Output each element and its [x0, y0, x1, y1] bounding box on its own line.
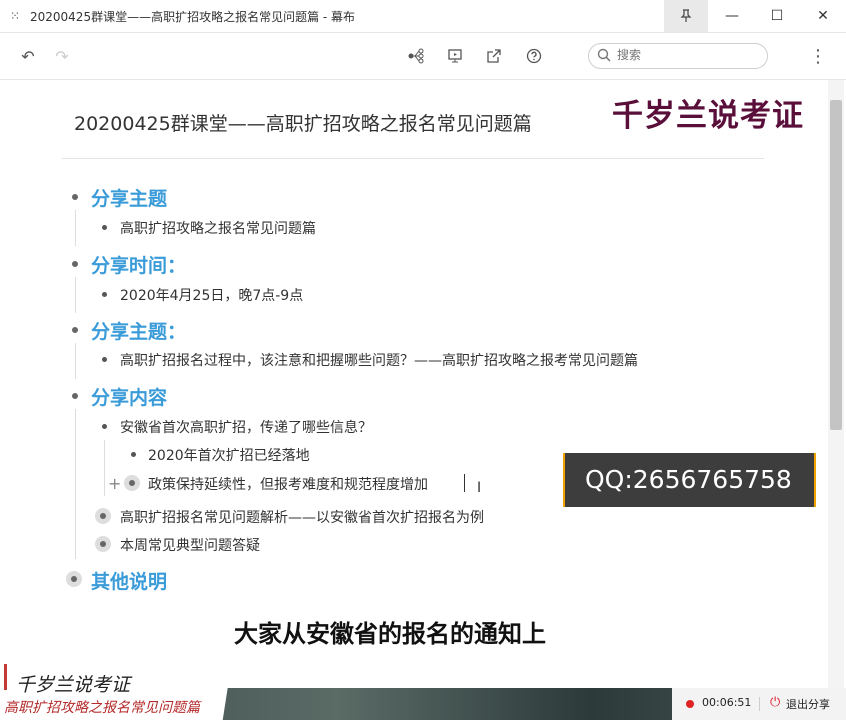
- separator: [759, 697, 760, 711]
- qq-number: QQ:2656765758: [585, 465, 792, 494]
- guide-line: [75, 210, 76, 246]
- mindmap-button[interactable]: [404, 44, 428, 68]
- recording-timer: 00:06:51: [702, 696, 752, 709]
- outline-item[interactable]: 2020年4月25日，晚7点-9点: [120, 285, 303, 305]
- outline-item[interactable]: 本周常见典型问题答疑: [120, 535, 260, 555]
- recording-dot-icon: [686, 700, 694, 708]
- outline-heading[interactable]: 分享主题: [91, 184, 167, 211]
- guide-line: [75, 409, 76, 559]
- outline-heading[interactable]: 分享内容: [91, 383, 167, 410]
- app-logo-icon: ⁙: [9, 9, 21, 23]
- presentation-button[interactable]: [443, 44, 467, 68]
- search-box[interactable]: [588, 43, 768, 69]
- bullet-dot[interactable]: [102, 357, 107, 362]
- brand-subtitle: 高职扩招攻略之报名常见问题篇: [4, 700, 200, 716]
- bullet-dot[interactable]: [72, 327, 78, 333]
- export-button[interactable]: [482, 44, 506, 68]
- outline-item[interactable]: 高职扩招报名过程中，该注意和把握哪些问题？——高职扩招攻略之报考常见问题篇: [120, 350, 638, 370]
- power-icon[interactable]: ⏻: [770, 695, 780, 710]
- bullet-dot-collapsed[interactable]: [124, 475, 140, 491]
- bullet-dot[interactable]: [102, 424, 107, 429]
- guide-line: [75, 277, 76, 313]
- subtitle-text: 大家从安徽省的报名的通知上: [234, 620, 546, 648]
- bullet-dot[interactable]: [72, 261, 78, 267]
- subtitle-caption: 大家从安徽省的报名的通知上: [222, 602, 628, 656]
- pin-icon: [680, 9, 692, 22]
- add-icon[interactable]: +: [108, 474, 121, 493]
- more-menu-button[interactable]: ⋮: [806, 44, 830, 68]
- bullet-dot-collapsed[interactable]: [95, 508, 111, 524]
- redo-button[interactable]: ↷: [50, 44, 74, 68]
- outline-item[interactable]: 安徽省首次高职扩招，传递了哪些信息？: [120, 417, 372, 437]
- bullet-dot[interactable]: [102, 225, 107, 230]
- text-caret: [464, 474, 465, 492]
- ibeam-cursor-icon: I: [477, 480, 482, 496]
- help-icon: [526, 48, 542, 64]
- close-button[interactable]: ✕: [801, 0, 845, 32]
- export-icon: [487, 49, 501, 63]
- undo-button[interactable]: ↶: [16, 44, 40, 68]
- mindmap-icon: [408, 48, 424, 64]
- scrollbar-thumb[interactable]: [830, 100, 842, 430]
- document-title[interactable]: 20200425群课堂——高职扩招攻略之报名常见问题篇: [74, 109, 532, 136]
- outline-item[interactable]: 高职扩招报名常见问题解析——以安徽省首次扩招报名为例: [120, 507, 484, 527]
- outline-heading[interactable]: 分享时间：: [91, 251, 186, 278]
- window-title: 20200425群课堂——高职扩招攻略之报名常见问题篇 - 幕布: [30, 10, 356, 24]
- watermark-text: 千岁兰说考证: [612, 98, 804, 134]
- qq-contact-banner: QQ:2656765758: [563, 453, 816, 507]
- bullet-dot[interactable]: [102, 292, 107, 297]
- pin-button[interactable]: [664, 0, 708, 32]
- help-button[interactable]: [522, 44, 546, 68]
- guide-line: [104, 440, 105, 496]
- outline-heading[interactable]: 分享主题：: [91, 317, 186, 344]
- title-divider: [62, 158, 764, 159]
- maximize-button[interactable]: ☐: [755, 0, 799, 32]
- minimize-button[interactable]: —: [710, 0, 754, 32]
- bullet-dot[interactable]: [131, 452, 136, 457]
- bullet-dot[interactable]: [72, 393, 78, 399]
- brand-name: 千岁兰说考证: [16, 674, 131, 696]
- outline-heading[interactable]: 其他说明: [91, 567, 167, 594]
- search-icon: [597, 48, 611, 62]
- bullet-dot-collapsed[interactable]: [66, 571, 82, 587]
- outline-subitem[interactable]: 政策保持延续性，但报考难度和规范程度增加: [148, 474, 428, 494]
- presentation-icon: [448, 49, 462, 63]
- bullet-dot-collapsed[interactable]: [95, 536, 111, 552]
- exit-share-button[interactable]: 退出分享: [786, 696, 830, 712]
- title-bar: ⁙ 20200425群课堂——高职扩招攻略之报名常见问题篇 - 幕布 — ☐ ✕: [0, 0, 846, 33]
- guide-line: [75, 343, 76, 379]
- outline-item[interactable]: 高职扩招攻略之报名常见问题篇: [120, 218, 316, 238]
- search-input[interactable]: [615, 47, 759, 63]
- outline-subitem[interactable]: 2020年首次扩招已经落地: [148, 445, 310, 465]
- brand-accent-line: [4, 664, 7, 690]
- bullet-dot[interactable]: [72, 194, 78, 200]
- recording-panel: 00:06:51 ⏻ 退出分享: [672, 688, 846, 720]
